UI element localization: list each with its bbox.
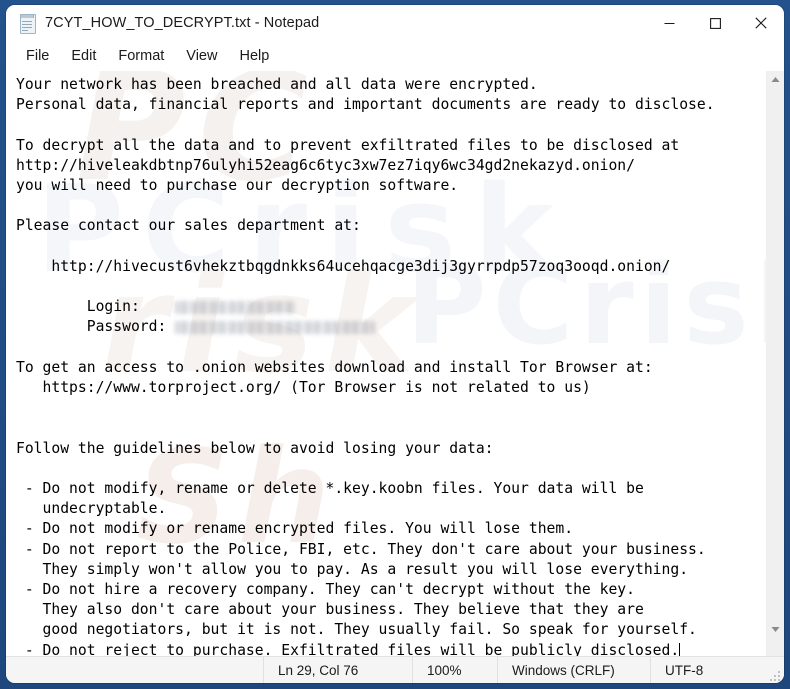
status-line-column[interactable]: Ln 29, Col 76 (263, 657, 412, 683)
title-bar[interactable]: 7CYT_HOW_TO_DECRYPT.txt - Notepad (6, 5, 784, 41)
status-bar: Ln 29, Col 76 100% Windows (CRLF) UTF-8 (6, 656, 784, 683)
scroll-up-arrow-icon (771, 77, 780, 82)
menu-item-format[interactable]: Format (107, 45, 175, 68)
minimize-icon (664, 22, 674, 24)
notepad-window: 7CYT_HOW_TO_DECRYPT.txt - Notepad File E… (6, 5, 784, 683)
resize-grip[interactable] (763, 657, 784, 683)
menu-item-file[interactable]: File (15, 45, 60, 68)
vertical-scrollbar[interactable] (766, 71, 784, 656)
close-button[interactable] (738, 5, 784, 41)
scroll-up-button[interactable] (767, 71, 784, 88)
scroll-down-arrow-icon (771, 627, 780, 632)
status-bar-spacer (6, 657, 263, 683)
menu-item-help[interactable]: Help (228, 45, 280, 68)
status-line-ending[interactable]: Windows (CRLF) (497, 657, 650, 683)
minimize-button[interactable] (646, 5, 692, 41)
maximize-button[interactable] (692, 5, 738, 41)
text-editor[interactable]: PCrisk PCrisk PC risk Sh Your network ha… (6, 71, 766, 656)
menu-item-edit[interactable]: Edit (60, 45, 107, 68)
editor-area: PCrisk PCrisk PC risk Sh Your network ha… (6, 71, 784, 656)
status-zoom-level[interactable]: 100% (412, 657, 497, 683)
desktop-background: 7CYT_HOW_TO_DECRYPT.txt - Notepad File E… (0, 0, 790, 689)
close-icon (755, 17, 767, 29)
text-caret (679, 642, 681, 656)
redacted-password-value (175, 321, 376, 335)
scroll-down-button[interactable] (767, 621, 784, 638)
note-segment-bottom: To get an access to .onion websites down… (16, 358, 706, 656)
status-encoding[interactable]: UTF-8 (650, 657, 763, 683)
menu-bar: File Edit Format View Help (6, 41, 784, 71)
window-title: 7CYT_HOW_TO_DECRYPT.txt - Notepad (45, 15, 320, 31)
window-controls (646, 5, 784, 41)
redacted-login-value (175, 301, 296, 315)
note-segment-mid: Password: (86, 318, 167, 336)
note-segment-top: Your network has been breached and all d… (16, 76, 715, 316)
notepad-icon (18, 13, 36, 34)
ransom-note-text[interactable]: Your network has been breached and all d… (6, 71, 766, 656)
title-bar-left: 7CYT_HOW_TO_DECRYPT.txt - Notepad (6, 13, 646, 34)
resize-grip-icon (770, 671, 780, 681)
maximize-icon (709, 17, 721, 29)
menu-item-view[interactable]: View (175, 45, 228, 68)
